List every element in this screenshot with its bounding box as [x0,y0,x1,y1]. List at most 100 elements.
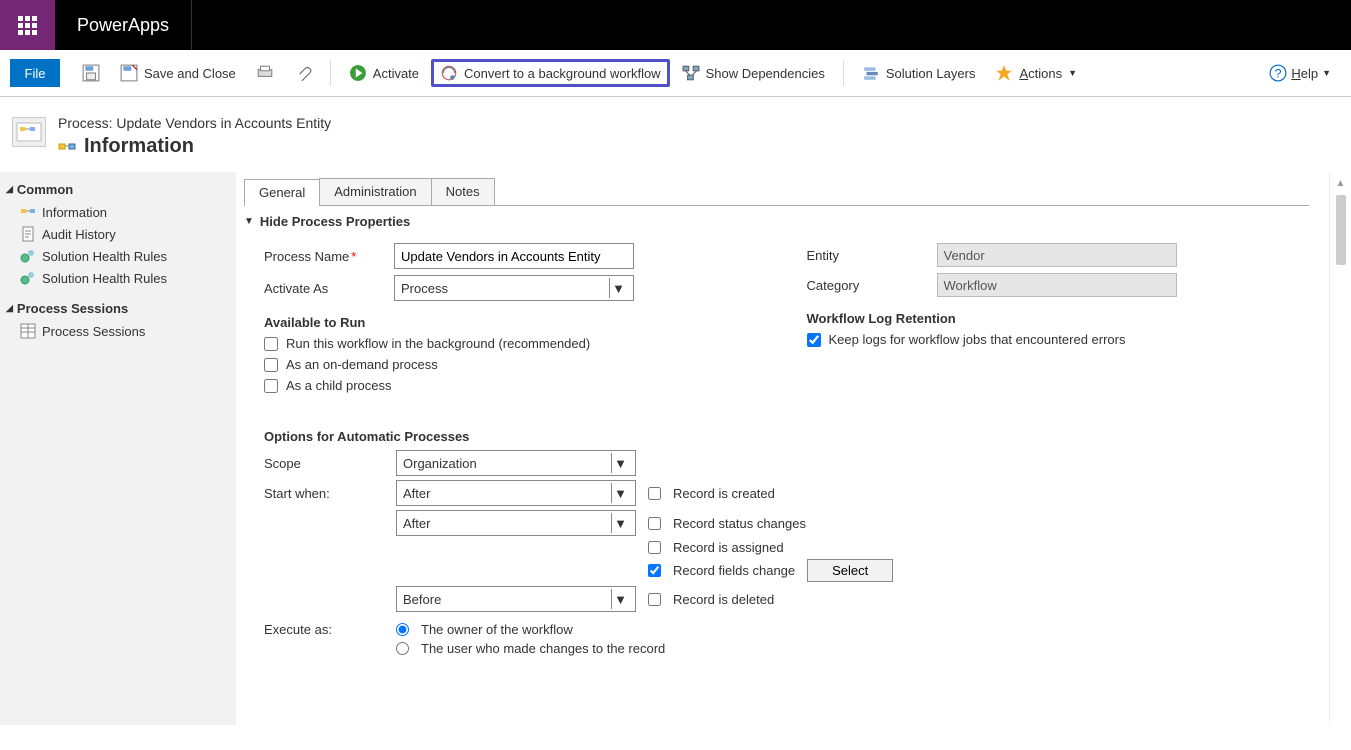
owner-radio[interactable] [396,623,409,636]
top-bar: PowerApps [0,0,1351,50]
save-close-icon [120,64,138,82]
activate-as-value: Process [401,281,448,296]
page-header: Process: Update Vendors in Accounts Enti… [0,97,1351,172]
tab-administration[interactable]: Administration [319,178,431,205]
sidebar-group-sessions[interactable]: ◢ Process Sessions [6,301,230,316]
scrollbar[interactable]: ▲ [1329,172,1351,725]
sidebar-item-label: Information [42,205,107,220]
save-button[interactable] [74,60,108,86]
collapse-icon: ◢ [6,184,13,195]
sidebar-item-process-sessions[interactable]: Process Sessions [6,320,230,342]
options-head: Options for Automatic Processes [264,429,1309,444]
on-demand-label: As an on-demand process [286,357,438,372]
hide-process-properties-toggle[interactable]: ▼ Hide Process Properties [244,214,1309,229]
entity-value: Vendor [937,243,1177,267]
keep-logs-checkbox[interactable] [807,333,821,347]
run-background-checkbox[interactable] [264,337,278,351]
before-select[interactable]: Before ▼ [396,586,636,612]
tab-general[interactable]: General [244,179,320,206]
on-demand-checkbox[interactable] [264,358,278,372]
chevron-down-icon: ▼ [611,483,629,503]
before-value: Before [403,592,441,607]
sidebar-item-audit-history[interactable]: Audit History [6,223,230,245]
chevron-down-icon: ▼ [611,513,629,533]
file-tab[interactable]: File [10,59,60,87]
actions-icon [995,64,1013,82]
scroll-up-icon: ▲ [1336,178,1346,189]
document-icon [20,226,36,242]
process-name-label: Process Name* [264,249,384,264]
category-label: Category [807,278,927,293]
print-button[interactable] [248,60,282,86]
child-process-checkbox[interactable] [264,379,278,393]
chevron-down-icon: ▼ [611,589,629,609]
record-deleted-checkbox[interactable] [648,593,661,606]
scope-select[interactable]: Organization ▼ [396,450,636,476]
waffle-icon [18,16,37,35]
tablist: General Administration Notes [244,178,1309,206]
record-fields-label: Record fields change [673,563,795,578]
chevron-down-icon: ▼ [611,453,629,473]
log-retention-head: Workflow Log Retention [807,311,1310,326]
solution-layers-button[interactable]: Solution Layers [854,60,984,86]
activate-as-label: Activate As [264,281,384,296]
record-created-checkbox[interactable] [648,487,661,500]
show-dependencies-label: Show Dependencies [706,66,825,81]
user-radio[interactable] [396,642,409,655]
convert-button[interactable]: Convert to a background workflow [431,59,670,87]
sidebar-item-label: Solution Health Rules [42,249,167,264]
dependencies-icon [682,64,700,82]
sidebar-item-label: Solution Health Rules [42,271,167,286]
start-when-select-2[interactable]: After ▼ [396,510,636,536]
record-created-label: Record is created [673,486,775,501]
sidebar-group-common[interactable]: ◢ Common [6,182,230,197]
child-process-label: As a child process [286,378,392,393]
actions-menu[interactable]: Actions ▼ [987,60,1085,86]
record-status-checkbox[interactable] [648,517,661,530]
save-and-close-button[interactable]: Save and Close [112,60,244,86]
record-fields-checkbox[interactable] [648,564,661,577]
record-status-label: Record status changes [673,516,806,531]
scroll-thumb[interactable] [1336,195,1346,265]
help-button[interactable]: ? Help ▼ [1269,64,1341,82]
category-value: Workflow [937,273,1177,297]
layers-icon [862,64,880,82]
separator [330,60,331,86]
record-assigned-label: Record is assigned [673,540,784,555]
main-layout: ◢ Common Information Audit History Solut… [0,172,1351,725]
sidebar-item-information[interactable]: Information [6,201,230,223]
show-dependencies-button[interactable]: Show Dependencies [674,60,833,86]
scope-label: Scope [264,456,384,471]
separator [843,60,844,86]
activate-button[interactable]: Activate [341,60,427,86]
save-icon [82,64,100,82]
process-icon [12,117,46,147]
sidebar-group-label: Common [17,182,73,197]
user-label: The user who made changes to the record [421,641,665,656]
main-area: General Administration Notes ▼ Hide Proc… [236,172,1351,725]
breadcrumb: Process: Update Vendors in Accounts Enti… [58,115,331,131]
start-when-select-1[interactable]: After ▼ [396,480,636,506]
record-assigned-checkbox[interactable] [648,541,661,554]
sidebar: ◢ Common Information Audit History Solut… [0,172,236,725]
start-when-label: Start when: [264,486,384,501]
chevron-down-icon: ▼ [609,278,627,298]
select-button[interactable]: Select [807,559,893,582]
sidebar-group-label: Process Sessions [17,301,128,316]
chevron-down-icon: ▼ [1068,68,1077,78]
help-icon: ? [1269,64,1287,82]
chevron-down-icon: ▼ [1322,68,1331,78]
health-icon [20,270,36,286]
chevron-down-icon: ▼ [244,216,254,227]
owner-label: The owner of the workflow [421,622,573,637]
sidebar-item-solution-health-2[interactable]: Solution Health Rules [6,267,230,289]
sidebar-item-solution-health-1[interactable]: Solution Health Rules [6,245,230,267]
attach-button[interactable] [286,60,320,86]
activate-as-select[interactable]: Process ▼ [394,275,634,301]
brand-label: PowerApps [55,0,192,50]
tab-notes[interactable]: Notes [431,178,495,205]
keep-logs-label: Keep logs for workflow jobs that encount… [829,332,1126,347]
activate-label: Activate [373,66,419,81]
app-launcher-button[interactable] [0,0,55,50]
process-name-input[interactable] [394,243,634,269]
